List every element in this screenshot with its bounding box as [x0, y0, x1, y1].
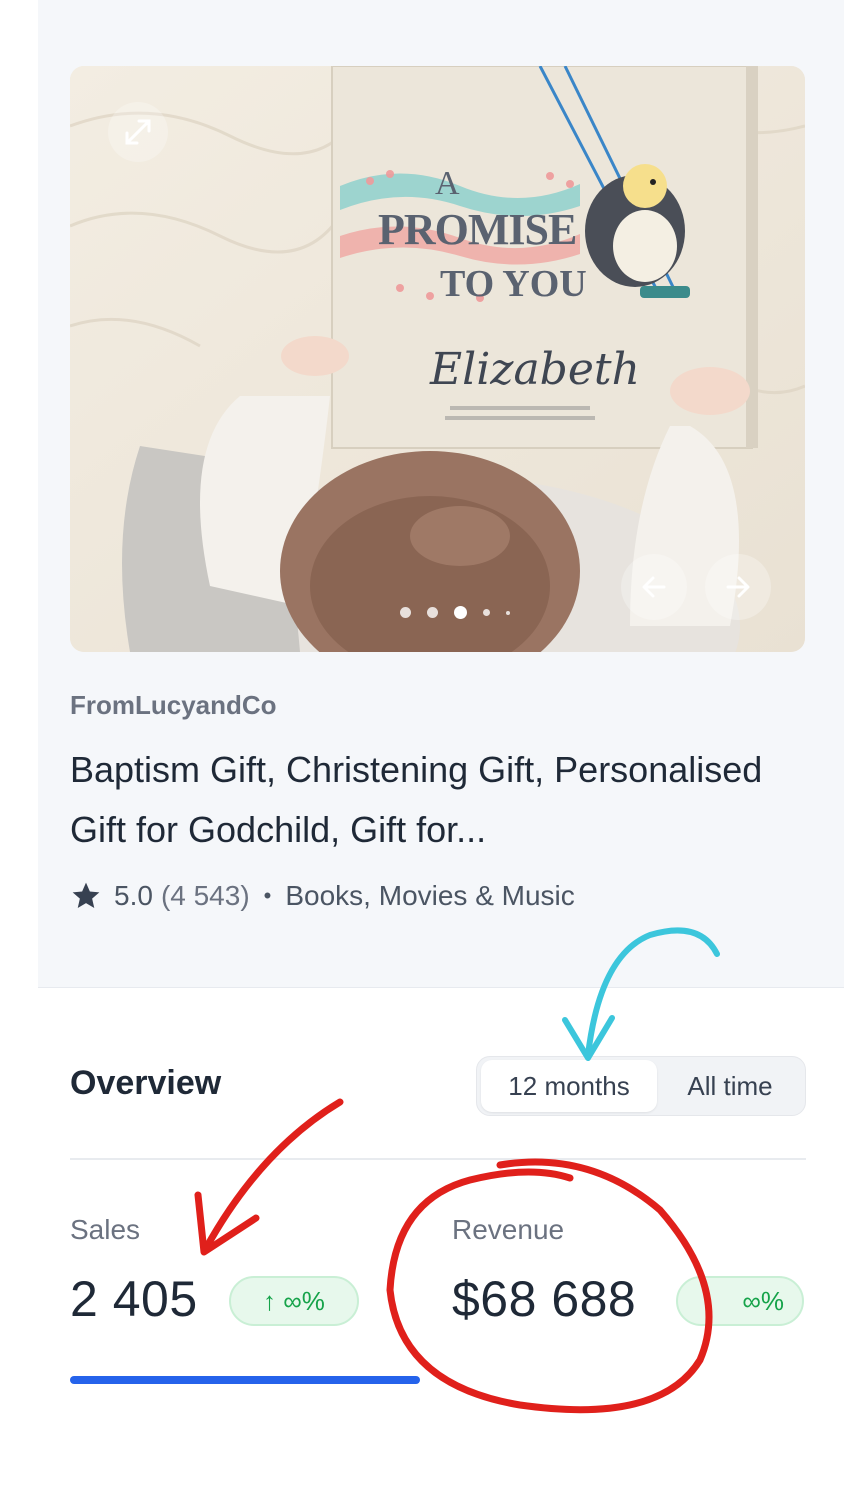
- expand-image-button[interactable]: [108, 102, 168, 162]
- sales-value: 2 405: [70, 1271, 198, 1327]
- shop-name[interactable]: FromLucyandCo: [70, 690, 277, 721]
- svg-text:Elizabeth: Elizabeth: [429, 344, 640, 395]
- svg-text:A: A: [435, 165, 460, 202]
- arrow-right-icon: [726, 576, 750, 598]
- overview-heading: Overview: [70, 1064, 222, 1102]
- listing-title[interactable]: Baptism Gift, Christening Gift, Personal…: [70, 740, 810, 860]
- sales-change-badge: ↑ ∞%: [229, 1276, 359, 1326]
- star-icon: [72, 882, 100, 908]
- carousel-dot[interactable]: [427, 607, 438, 618]
- rating-value: 5.0: [114, 880, 153, 911]
- page: A PROMISE TO YOU Elizabeth FromLucyandCo…: [0, 0, 844, 1500]
- period-option-12-months[interactable]: 12 months: [481, 1060, 657, 1112]
- active-stat-indicator: [70, 1376, 420, 1384]
- next-image-button[interactable]: [705, 554, 771, 620]
- product-image-gallery[interactable]: A PROMISE TO YOU Elizabeth: [70, 66, 805, 652]
- svg-text:PROMISE: PROMISE: [378, 205, 576, 254]
- previous-image-button[interactable]: [621, 554, 687, 620]
- carousel-dot[interactable]: [400, 607, 411, 618]
- carousel-dots: [400, 606, 510, 619]
- listing-meta: 5.0 (4 543) • Books, Movies & Music: [70, 880, 575, 912]
- arrow-left-icon: [642, 576, 666, 598]
- red-arrow-annotation: [194, 1098, 344, 1256]
- revenue-change-text: ∞%: [742, 1285, 784, 1316]
- divider: [70, 1158, 806, 1160]
- revenue-value: $68 688: [452, 1271, 637, 1327]
- carousel-dot[interactable]: [483, 609, 490, 616]
- revenue-change-badge: ∞%: [676, 1276, 804, 1326]
- revenue-label[interactable]: Revenue: [452, 1214, 564, 1246]
- meta-separator: •: [263, 883, 272, 908]
- review-count: (4 543): [160, 880, 250, 911]
- product-photo: A PROMISE TO YOU Elizabeth: [70, 66, 805, 652]
- svg-text:TO YOU: TO YOU: [440, 263, 587, 305]
- sales-change-text: ↑ ∞%: [263, 1285, 325, 1316]
- sales-label[interactable]: Sales: [70, 1214, 140, 1246]
- expand-icon: [125, 119, 151, 145]
- carousel-dot[interactable]: [506, 610, 510, 615]
- category-link[interactable]: Books, Movies & Music: [285, 880, 574, 912]
- period-option-all-time[interactable]: All time: [657, 1060, 803, 1112]
- period-toggle: 12 months All time: [476, 1056, 806, 1116]
- carousel-dot-active[interactable]: [454, 606, 467, 619]
